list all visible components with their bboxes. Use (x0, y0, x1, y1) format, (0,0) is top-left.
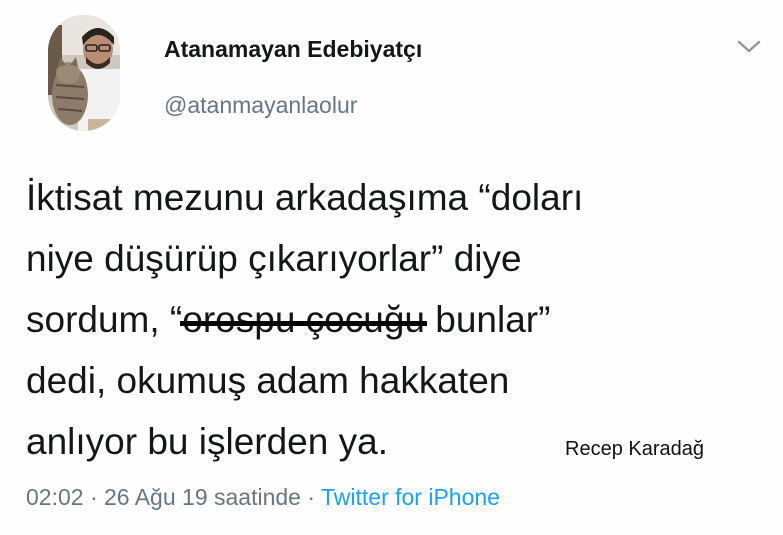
tweet-text-segment: bunlar” (425, 299, 551, 340)
tweet-text: İktisat mezunu arkadaşıma “doları niye d… (26, 167, 766, 472)
tweet-time[interactable]: 02:02 (26, 484, 84, 510)
censored-word: orospu çocuğu (180, 289, 427, 350)
meta-separator: · (83, 484, 105, 510)
meta-separator: · (300, 484, 321, 510)
tweet-text-line: İktisat mezunu arkadaşıma “doları (26, 177, 584, 218)
tweet-text-segment: sordum, “ (26, 299, 183, 340)
author-display-name[interactable]: Atanamayan Edebiyatçı (164, 36, 422, 63)
watermark-signature: Recep Karadağ (565, 438, 704, 460)
avatar-photo (48, 15, 120, 131)
tweet-source-link[interactable]: Twitter for iPhone (321, 484, 500, 510)
tweet-date[interactable]: 26 Ağu 19 saatinde (104, 484, 301, 510)
author-handle[interactable]: @atanmayanlaolur (164, 92, 357, 119)
avatar[interactable] (48, 15, 120, 131)
tweet-meta: 02:02 · 26 Ağu 19 saatinde · Twitter for… (26, 484, 500, 511)
chevron-down-icon[interactable] (736, 38, 762, 56)
tweet-text-line: dedi, okumuş adam hakkaten (26, 360, 510, 401)
tweet-text-line: niye düşürüp çıkarıyorlar” diye (26, 238, 522, 279)
tweet-card: Atanamayan Edebiyatçı @atanmayanlaolur İ… (0, 0, 783, 535)
tweet-text-line: sordum, “orospu çocuğu bunlar” (26, 289, 766, 350)
